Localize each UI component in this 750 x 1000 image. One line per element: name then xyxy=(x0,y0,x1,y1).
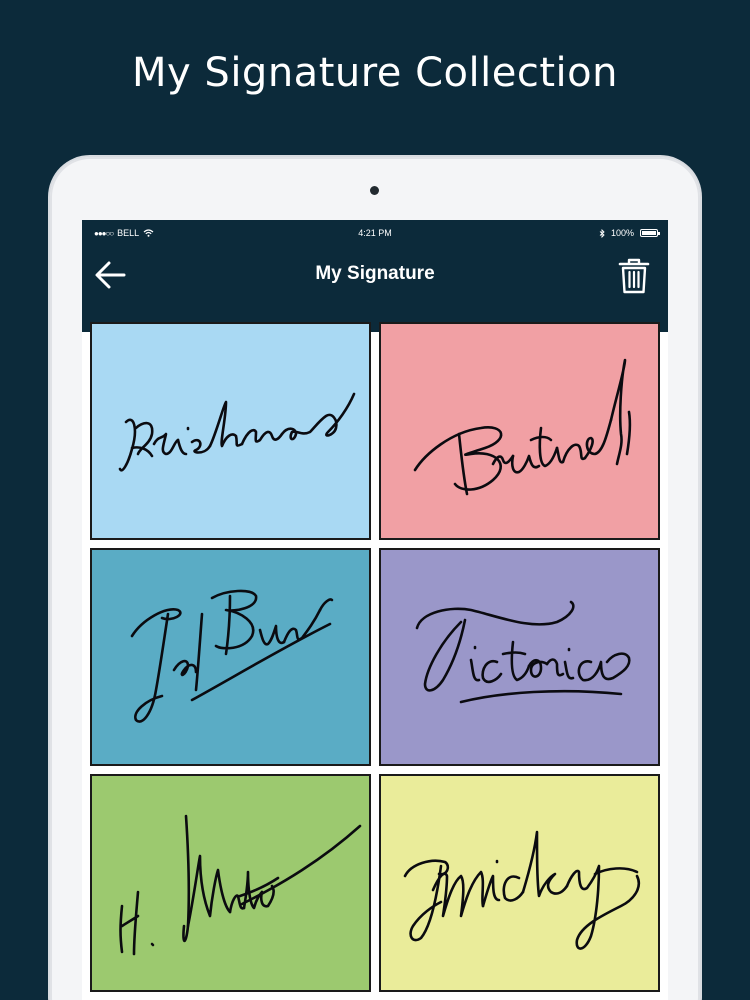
trash-icon xyxy=(618,258,650,294)
battery-icon xyxy=(640,229,660,237)
signature-card-britney[interactable] xyxy=(379,322,660,540)
signature-image-jelbun xyxy=(130,589,334,723)
nav-bar: My Signature xyxy=(82,246,668,332)
promo-headline: My Signature Collection xyxy=(132,50,618,96)
signature-card-micky[interactable] xyxy=(379,774,660,992)
status-bar: ●●●○○ BELL 4:21 PM 100% xyxy=(82,220,668,246)
app-screen: ●●●○○ BELL 4:21 PM 100% My Signature xyxy=(82,220,668,1000)
battery-label: 100% xyxy=(610,228,634,238)
status-right: 100% xyxy=(599,228,660,238)
signature-image-hmike xyxy=(119,814,362,956)
status-time: 4:21 PM xyxy=(358,228,392,238)
signature-image-krishna xyxy=(118,392,356,472)
signature-card-krishna[interactable] xyxy=(90,322,371,540)
bluetooth-icon xyxy=(599,228,605,238)
signature-grid xyxy=(90,322,660,992)
signature-card-hmike[interactable] xyxy=(90,774,371,992)
signature-image-britney xyxy=(413,358,632,496)
signature-image-victoria xyxy=(415,600,631,704)
signature-image-micky xyxy=(403,830,641,950)
promo-page: My Signature Collection ●●●○○ BELL 4:21 … xyxy=(0,0,750,1000)
signature-card-jelbun[interactable] xyxy=(90,548,371,766)
delete-button[interactable] xyxy=(616,256,652,296)
signature-card-victoria[interactable] xyxy=(379,548,660,766)
nav-title: My Signature xyxy=(315,263,435,284)
camera-dot xyxy=(370,186,379,195)
